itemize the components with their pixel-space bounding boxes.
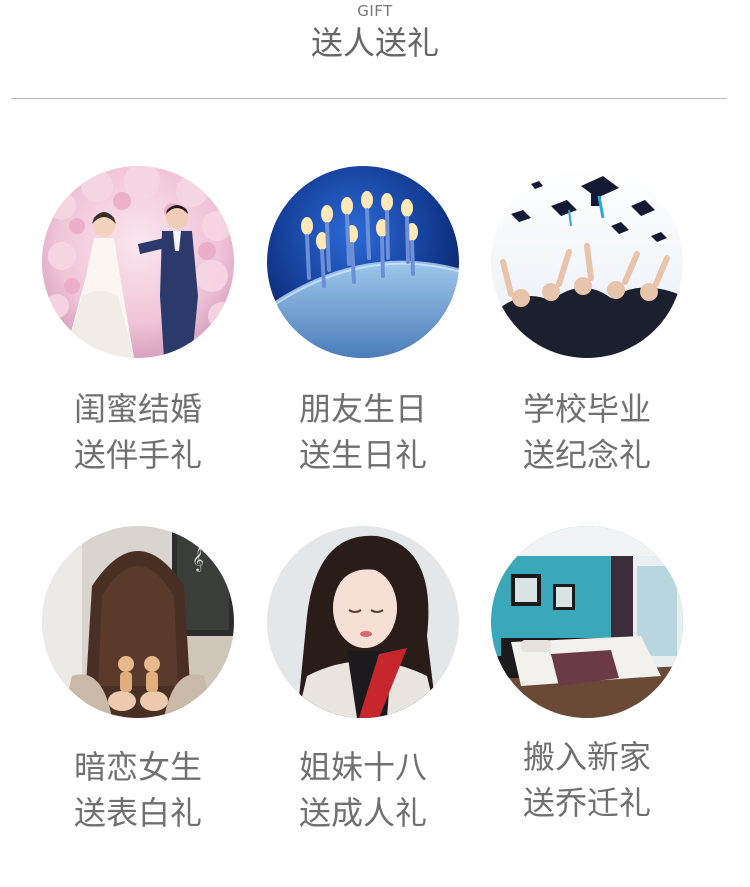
caption-line-2: 送纪念礼 bbox=[522, 436, 651, 474]
graduation-caps-image bbox=[491, 166, 683, 358]
header-divider bbox=[11, 98, 727, 99]
caption-line-1: 朋友生日 bbox=[298, 390, 427, 428]
svg-text:𝄞: 𝄞 bbox=[192, 547, 204, 572]
girl-portrait-image bbox=[267, 526, 459, 718]
caption-line-1: 姐妹十八 bbox=[298, 748, 427, 786]
caption-line-2: 送伴手礼 bbox=[73, 436, 202, 474]
caption-line-2: 送成人礼 bbox=[298, 794, 427, 832]
caption-line-2: 送表白礼 bbox=[73, 794, 202, 832]
gift-card-wedding[interactable]: 闺蜜结婚 送伴手礼 bbox=[38, 166, 238, 476]
caption-line-1: 搬入新家 bbox=[522, 738, 651, 776]
caption-line-1: 学校毕业 bbox=[522, 390, 651, 428]
gift-card-caption: 朋友生日 送生日礼 bbox=[263, 386, 463, 478]
gift-card-graduation[interactable]: 学校毕业 送纪念礼 bbox=[487, 166, 687, 476]
gift-card-caption: 搬入新家 送乔迁礼 bbox=[487, 734, 687, 826]
gift-card-caption: 姐妹十八 送成人礼 bbox=[263, 744, 463, 836]
girl-back-view-image: 𝄞 bbox=[42, 526, 234, 718]
caption-line-2: 送乔迁礼 bbox=[522, 784, 651, 822]
bedroom-interior-image bbox=[491, 526, 683, 718]
section-subtitle: GIFT bbox=[357, 2, 393, 20]
section-header: GIFT 送人送礼 bbox=[0, 0, 750, 100]
caption-line-1: 暗恋女生 bbox=[73, 748, 202, 786]
section-title: 送人送礼 bbox=[310, 24, 439, 62]
caption-line-2: 送生日礼 bbox=[298, 436, 427, 474]
gift-card-caption: 学校毕业 送纪念礼 bbox=[487, 386, 687, 478]
gift-card-caption: 闺蜜结婚 送伴手礼 bbox=[38, 386, 238, 478]
caption-line-1: 闺蜜结婚 bbox=[73, 390, 202, 428]
gift-card-birthday[interactable]: 朋友生日 送生日礼 bbox=[263, 166, 463, 476]
wedding-couple-image bbox=[42, 166, 234, 358]
gift-card-coming-of-age[interactable]: 姐妹十八 送成人礼 bbox=[263, 526, 463, 836]
birthday-candles-image bbox=[267, 166, 459, 358]
gift-card-caption: 暗恋女生 送表白礼 bbox=[38, 744, 238, 836]
gift-card-confession[interactable]: 𝄞 暗恋女生 送表白礼 bbox=[38, 526, 238, 836]
gift-card-housewarming[interactable]: 搬入新家 送乔迁礼 bbox=[487, 526, 687, 836]
